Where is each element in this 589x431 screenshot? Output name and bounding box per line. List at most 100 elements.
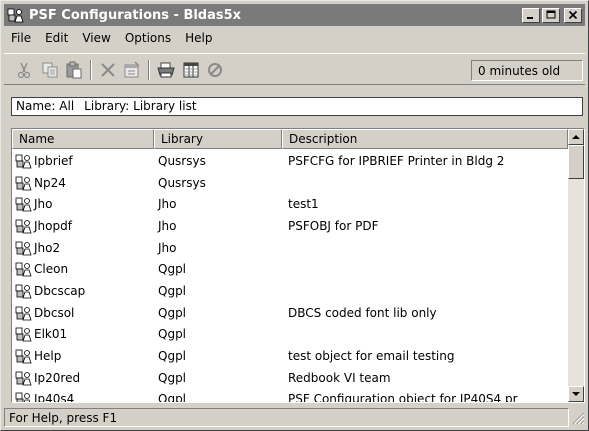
maximize-icon bbox=[546, 10, 556, 19]
row-name-cell: Ip20red bbox=[12, 370, 154, 386]
psf-config-icon bbox=[15, 371, 32, 386]
cut-button[interactable] bbox=[13, 59, 35, 81]
paste-icon bbox=[66, 61, 82, 79]
row-description: DBCS coded font lib only bbox=[288, 305, 437, 320]
list-row[interactable]: Dbcsol Qgpl DBCS coded font lib only bbox=[12, 302, 568, 324]
library-filter: Library: Library list bbox=[84, 99, 196, 115]
psf-config-icon bbox=[15, 241, 32, 255]
copy-button[interactable] bbox=[39, 59, 61, 81]
row-name: Cleon bbox=[34, 262, 69, 277]
title-bar[interactable]: PSF Configurations - Bldas5x bbox=[4, 4, 585, 26]
row-name-cell: Jho2 bbox=[12, 240, 154, 256]
stop-button[interactable] bbox=[204, 59, 226, 81]
row-name-cell: Dbcsol bbox=[12, 305, 154, 321]
row-name: Jho2 bbox=[34, 240, 61, 255]
row-name: Jhopdf bbox=[34, 218, 72, 233]
menu-help[interactable]: Help bbox=[178, 31, 219, 45]
row-library: Qgpl bbox=[158, 283, 187, 298]
menu-options[interactable]: Options bbox=[118, 31, 178, 45]
copy-icon bbox=[42, 62, 58, 78]
row-name: Dbcscap bbox=[34, 283, 86, 298]
psf-config-icon bbox=[15, 327, 32, 342]
name-filter: Name: All bbox=[16, 99, 74, 115]
toolbar-separator bbox=[148, 60, 150, 80]
minimize-button[interactable] bbox=[522, 7, 540, 23]
list-row[interactable]: Ip40s4 Qgpl PSF Configuration object for… bbox=[12, 389, 568, 403]
maximize-button[interactable] bbox=[542, 7, 560, 23]
row-name: Ip20red bbox=[34, 370, 81, 385]
psf-config-icon bbox=[15, 393, 30, 402]
name-filter-value: All bbox=[59, 99, 75, 113]
row-description: test object for email testing bbox=[288, 349, 455, 364]
row-name: Ip40s4 bbox=[34, 392, 75, 403]
column-header-description[interactable]: Description bbox=[282, 129, 568, 149]
psf-config-app-icon bbox=[7, 8, 24, 23]
arrow-down-icon bbox=[572, 392, 580, 396]
row-library: Qgpl bbox=[158, 305, 187, 320]
row-name: Ipbrief bbox=[34, 153, 73, 168]
row-name: Dbcsol bbox=[34, 305, 75, 320]
close-button[interactable] bbox=[564, 7, 582, 23]
row-name-cell: Ip40s4 bbox=[12, 391, 154, 403]
close-icon bbox=[568, 10, 578, 20]
library-filter-value: Library list bbox=[133, 99, 197, 113]
list-row[interactable]: Help Qgpl test object for email testing bbox=[12, 345, 568, 367]
list-rows: Ipbrief Qusrsys PSFCFG for IPBRIEF Print… bbox=[12, 150, 568, 403]
library-filter-label: Library: bbox=[84, 99, 130, 113]
list-row[interactable]: Dbcscap Qgpl bbox=[12, 280, 568, 302]
column-header-name[interactable]: Name bbox=[12, 129, 154, 149]
menu-file[interactable]: File bbox=[4, 31, 38, 45]
toolbar: 0 minutes old bbox=[4, 53, 585, 85]
app-window: PSF Configurations - Bldas5x File Edit V… bbox=[0, 0, 589, 431]
menu-edit[interactable]: Edit bbox=[38, 31, 75, 45]
print-icon bbox=[157, 62, 175, 78]
scroll-thumb[interactable] bbox=[568, 145, 584, 179]
row-name-cell: Help bbox=[12, 348, 154, 364]
psf-config-icon bbox=[15, 154, 32, 169]
row-name-cell: Dbcscap bbox=[12, 283, 154, 299]
filter-bar: Name: All Library: Library list bbox=[11, 97, 583, 116]
row-name: Help bbox=[34, 349, 62, 364]
row-description: PSFCFG for IPBRIEF Printer in Bldg 2 bbox=[288, 153, 505, 168]
list-row[interactable]: Np24 Qusrsys bbox=[12, 172, 568, 194]
properties-icon bbox=[124, 61, 140, 78]
column-header-library[interactable]: Library bbox=[154, 129, 282, 149]
row-name: Jho bbox=[34, 197, 53, 212]
columns-button[interactable] bbox=[180, 59, 202, 81]
list-row[interactable]: Cleon Qgpl bbox=[12, 258, 568, 280]
psf-config-icon bbox=[15, 262, 32, 277]
vertical-scrollbar[interactable] bbox=[568, 129, 584, 402]
row-name-cell: Np24 bbox=[12, 175, 154, 191]
scroll-up-button[interactable] bbox=[568, 129, 584, 145]
list-row[interactable]: Ipbrief Qusrsys PSFCFG for IPBRIEF Print… bbox=[12, 150, 568, 172]
status-bar: For Help, press F1 bbox=[4, 407, 585, 428]
row-library: Qgpl bbox=[158, 349, 187, 364]
delete-button[interactable] bbox=[97, 59, 119, 81]
row-library: Qgpl bbox=[158, 392, 187, 403]
menu-view[interactable]: View bbox=[75, 31, 117, 45]
list-row[interactable]: Jho2 Jho bbox=[12, 237, 568, 259]
window-title: PSF Configurations - Bldas5x bbox=[29, 7, 242, 23]
scroll-down-button[interactable] bbox=[568, 386, 584, 402]
menu-bar: File Edit View Options Help bbox=[4, 28, 585, 48]
psf-config-icon bbox=[15, 176, 32, 190]
row-library: Qgpl bbox=[158, 262, 187, 277]
list-row[interactable]: Elk01 Qgpl bbox=[12, 324, 568, 346]
psf-config-list[interactable]: Name Library Description Ipbrief Qusrsys… bbox=[11, 128, 585, 403]
row-library: Jho bbox=[158, 240, 177, 255]
print-button[interactable] bbox=[155, 59, 177, 81]
paste-button[interactable] bbox=[63, 59, 85, 81]
list-row[interactable]: Jho Jho test1 bbox=[12, 193, 568, 215]
stop-icon bbox=[208, 63, 222, 77]
row-name-cell: Jhopdf bbox=[12, 218, 154, 234]
row-library: Qgpl bbox=[158, 327, 187, 342]
row-library: Qusrsys bbox=[158, 153, 206, 168]
resize-grip-icon[interactable] bbox=[571, 411, 585, 425]
list-row[interactable]: Ip20red Qgpl Redbook VI team bbox=[12, 367, 568, 389]
status-text: For Help, press F1 bbox=[4, 408, 569, 427]
psf-config-icon bbox=[15, 197, 32, 212]
psf-config-icon bbox=[15, 349, 32, 364]
arrow-up-icon bbox=[572, 135, 580, 139]
properties-button[interactable] bbox=[121, 59, 143, 81]
list-row[interactable]: Jhopdf Jho PSFOBJ for PDF bbox=[12, 215, 568, 237]
